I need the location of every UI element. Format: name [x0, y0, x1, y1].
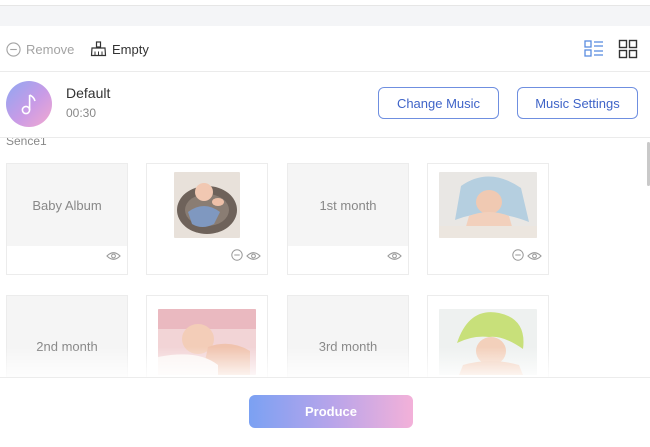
music-settings-button[interactable]: Music Settings — [517, 87, 638, 119]
card-thumbnail: 2nd month — [7, 296, 127, 377]
card-thumbnail — [428, 296, 548, 377]
preview-eye-icon[interactable] — [106, 248, 121, 266]
empty-button[interactable]: Empty — [90, 40, 149, 58]
music-note-icon — [6, 81, 52, 127]
top-gap — [0, 6, 650, 26]
remove-circle-icon[interactable] — [231, 248, 243, 266]
preview-eye-icon[interactable] — [387, 248, 402, 266]
music-row: Default 00:30 Change Music Music Setting… — [0, 72, 650, 138]
list-view-icon[interactable] — [584, 39, 604, 59]
baby-in-basket-photo — [174, 172, 240, 238]
change-music-button[interactable]: Change Music — [378, 87, 499, 119]
scene-card-photo-4[interactable] — [427, 295, 549, 377]
scene-label: Sence1 — [6, 138, 47, 148]
card-title: Baby Album — [32, 197, 102, 213]
remove-button[interactable]: Remove — [6, 40, 74, 58]
scene-card-photo-2[interactable] — [427, 163, 549, 275]
card-title: 3rd month — [318, 338, 378, 354]
broom-icon — [90, 41, 107, 57]
grid-view-icon[interactable] — [618, 39, 638, 59]
scene-card-photo-1[interactable] — [146, 163, 268, 275]
card-title: 1st month — [319, 197, 377, 213]
music-name: Default — [66, 85, 111, 101]
music-duration: 00:30 — [66, 106, 97, 120]
scene-scroll-area[interactable]: Sence1 Baby Album 1st month 2nd month 3r… — [0, 138, 650, 377]
card-thumbnail: 1st month — [288, 164, 408, 246]
card-thumbnail — [147, 164, 267, 246]
card-thumbnail: Baby Album — [7, 164, 127, 246]
scene-card-1st-month[interactable]: 1st month — [287, 163, 409, 275]
scene-card-photo-3[interactable] — [146, 295, 268, 377]
scene-card-2nd-month[interactable]: 2nd month — [6, 295, 128, 377]
baby-green-towel-photo — [439, 309, 537, 375]
scene-card-3rd-month[interactable]: 3rd month — [287, 295, 409, 377]
baby-on-pillow-photo — [158, 309, 256, 375]
card-thumbnail: 3rd month — [288, 296, 408, 377]
remove-label: Remove — [26, 41, 75, 57]
remove-circle-icon — [6, 41, 21, 57]
toolbar: Remove Empty — [0, 26, 650, 72]
preview-eye-icon[interactable] — [527, 248, 542, 266]
produce-button[interactable]: Produce — [249, 395, 413, 428]
remove-circle-icon[interactable] — [512, 248, 524, 266]
editor-panel: Remove Empty Default 00:30 Change Music … — [0, 26, 650, 447]
baby-blue-towel-photo — [439, 172, 537, 238]
card-thumbnail — [428, 164, 548, 246]
card-thumbnail — [147, 296, 267, 377]
scene-card-baby-album[interactable]: Baby Album — [6, 163, 128, 275]
preview-eye-icon[interactable] — [246, 248, 261, 266]
empty-label: Empty — [112, 41, 149, 57]
card-title: 2nd month — [36, 338, 98, 354]
bottom-bar: Produce — [0, 377, 650, 447]
